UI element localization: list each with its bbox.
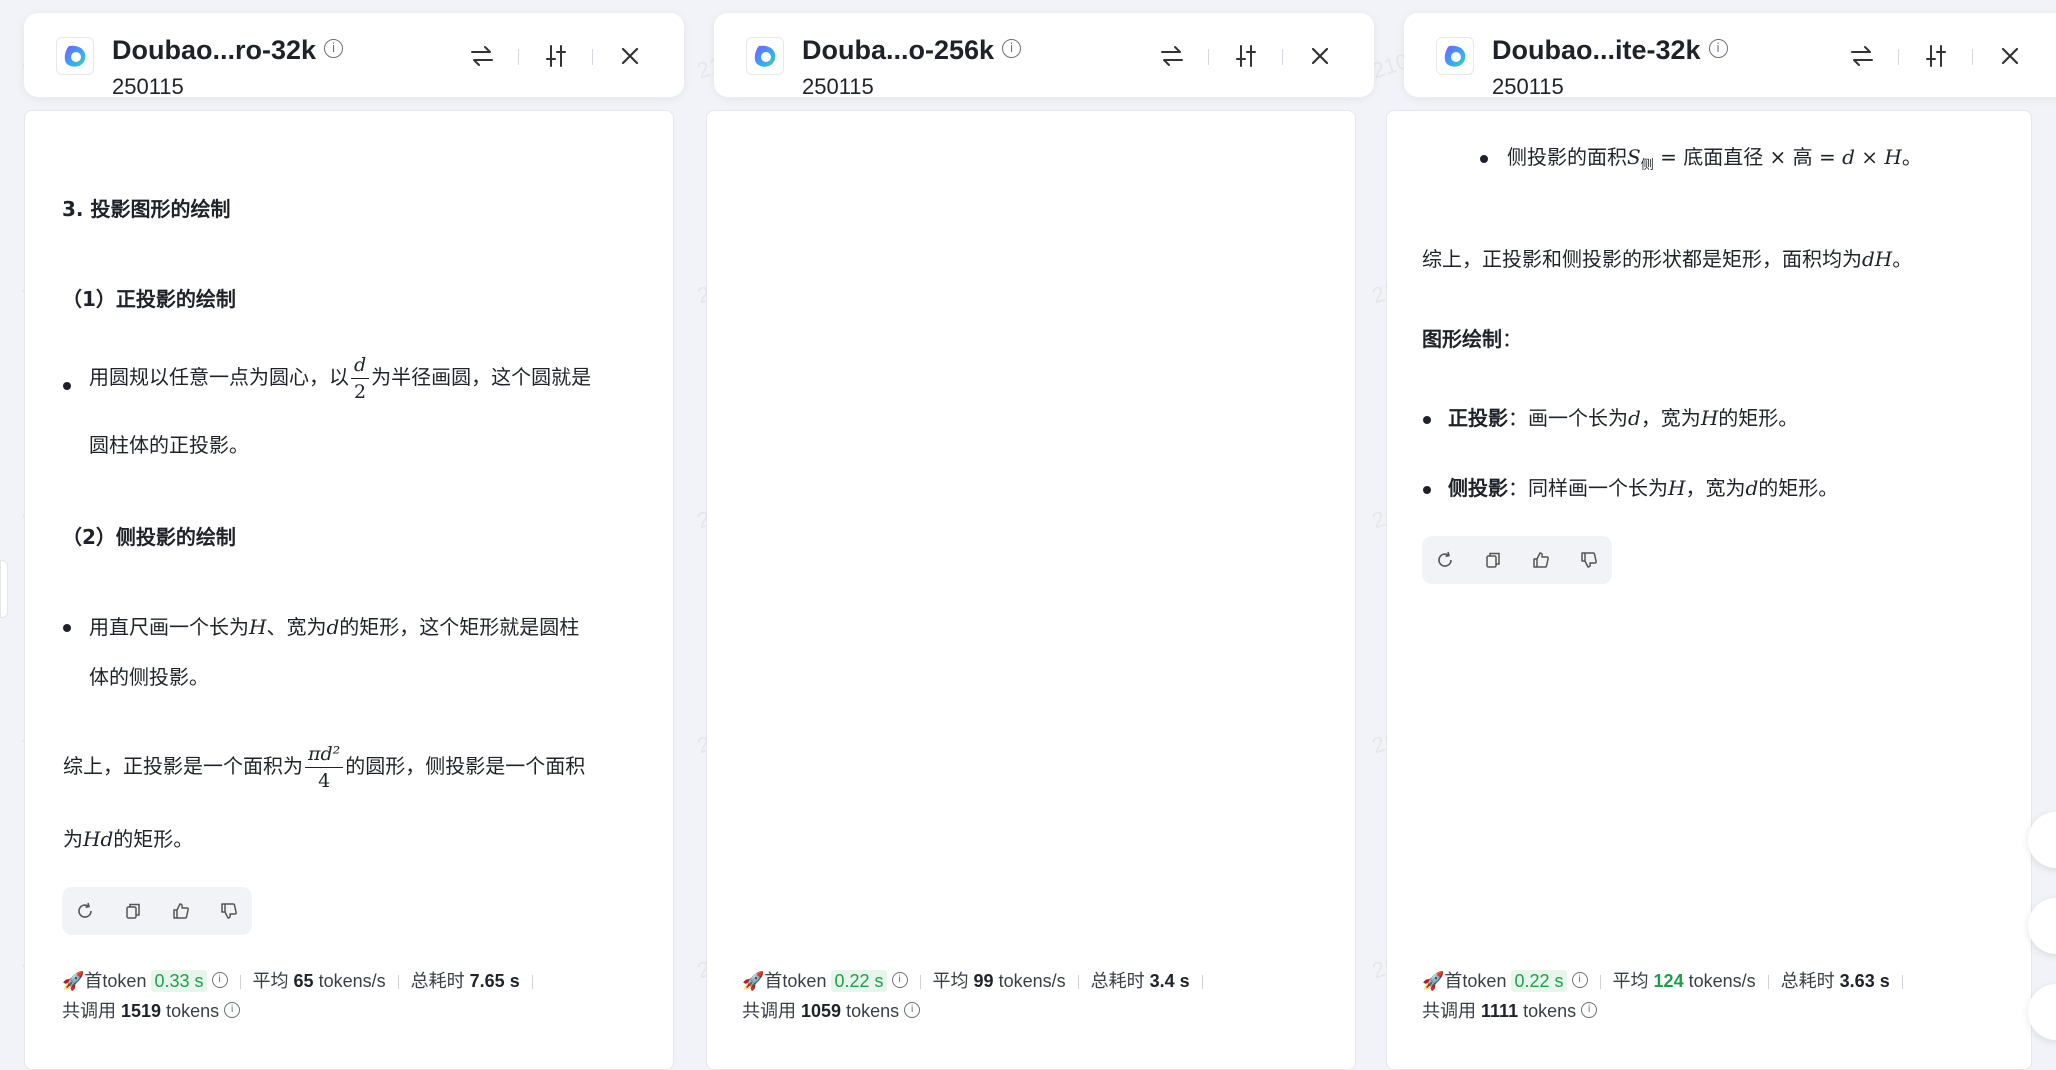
response-panel-2: 🚀首token 0.22 s i 平均 99 tokens/s 总耗时 3.4 s 共… bbox=[706, 110, 1356, 1070]
fraction: d2 bbox=[351, 352, 370, 405]
bullet-text: 侧投影：同样画一个长为H，宽为d的矩形。 bbox=[1448, 476, 1839, 500]
summary-text-cont: 为Hd的矩形。 bbox=[63, 827, 194, 851]
close-icon[interactable] bbox=[1995, 41, 2025, 71]
thumbs-down-icon[interactable] bbox=[1576, 547, 1602, 573]
floating-button[interactable] bbox=[2028, 898, 2056, 954]
model-version: 250115 bbox=[112, 74, 184, 99]
info-icon[interactable]: i bbox=[1002, 39, 1022, 59]
fraction: πd² 4 bbox=[305, 741, 344, 794]
thumbs-up-icon[interactable] bbox=[168, 898, 194, 924]
rocket-icon: 🚀 bbox=[742, 971, 765, 991]
response-panel-3: 侧投影的面积S侧 = 底面直径 × 高 = d × H。 综上，正投影和侧投影的… bbox=[1386, 110, 2032, 1070]
rocket-icon: 🚀 bbox=[62, 971, 85, 991]
info-icon[interactable]: i bbox=[904, 1002, 921, 1019]
summary-text: 综上，正投影是一个面积为 πd² 4 的圆形，侧投影是一个面积 bbox=[63, 741, 586, 794]
doubao-logo-icon bbox=[1436, 37, 1474, 75]
regenerate-icon[interactable] bbox=[1432, 547, 1458, 573]
model-version: 250115 bbox=[802, 74, 874, 99]
rocket-icon: 🚀 bbox=[1422, 971, 1445, 991]
bullet-text-cont: 圆柱体的正投影。 bbox=[89, 433, 249, 457]
copy-icon[interactable] bbox=[1480, 547, 1506, 573]
sidebar-toggle[interactable] bbox=[0, 560, 8, 618]
doubao-logo-icon bbox=[746, 37, 784, 75]
model-name[interactable]: Doubao...ite-32k i bbox=[1492, 35, 1728, 66]
regenerate-icon[interactable] bbox=[72, 898, 98, 924]
bullet-dot bbox=[1423, 486, 1431, 494]
performance-stats: 🚀首token 0.22 s i 平均 124 tokens/s 总耗时 3.63 s bbox=[1422, 967, 1915, 993]
info-icon[interactable]: i bbox=[1571, 972, 1588, 989]
info-icon[interactable]: i bbox=[1581, 1002, 1598, 1019]
subheading-front: （1）正投影的绘制 bbox=[62, 287, 236, 311]
performance-stats: 🚀首token 0.33 s i 平均 65 tokens/s 总耗时 7.65 s bbox=[62, 967, 545, 993]
model-version: 250115 bbox=[1492, 74, 1564, 99]
model-header-3: Doubao...ite-32k i 250115 bbox=[1404, 13, 2056, 99]
bullet-text: 侧投影的面积S侧 = 底面直径 × 高 = d × H。 bbox=[1507, 145, 1922, 173]
copy-icon[interactable] bbox=[120, 898, 146, 924]
swap-icon[interactable] bbox=[1847, 41, 1877, 71]
info-icon[interactable]: i bbox=[224, 1002, 241, 1019]
info-icon[interactable]: i bbox=[324, 39, 344, 59]
performance-stats: 🚀首token 0.22 s i 平均 99 tokens/s 总耗时 3.4 s bbox=[742, 967, 1215, 993]
bullet-text-cont: 体的侧投影。 bbox=[89, 665, 209, 689]
bullet-dot bbox=[63, 382, 71, 390]
token-usage: 共调用 1059 tokens i bbox=[742, 997, 921, 1023]
message-actions bbox=[1422, 536, 1612, 584]
settings-sliders-icon[interactable] bbox=[541, 41, 571, 71]
bullet-text: 正投影：画一个长为d，宽为H的矩形。 bbox=[1448, 406, 1799, 430]
model-header-1: Doubao...ro-32k i 250115 bbox=[24, 13, 684, 99]
bullet-text: 用直尺画一个长为H、宽为d的矩形，这个矩形就是圆柱 bbox=[89, 615, 580, 639]
bullet-dot bbox=[1423, 416, 1431, 424]
thumbs-down-icon[interactable] bbox=[216, 898, 242, 924]
bullet-dot bbox=[1480, 155, 1488, 163]
model-name[interactable]: Douba...o-256k i bbox=[802, 35, 1022, 66]
doubao-logo-icon bbox=[56, 37, 94, 75]
thumbs-up-icon[interactable] bbox=[1528, 547, 1554, 573]
drawing-heading: 图形绘制： bbox=[1422, 327, 1522, 351]
token-usage: 共调用 1519 tokens i bbox=[62, 997, 241, 1023]
model-name[interactable]: Doubao...ro-32k i bbox=[112, 35, 344, 66]
info-icon[interactable]: i bbox=[891, 972, 908, 989]
swap-icon[interactable] bbox=[1157, 41, 1187, 71]
settings-sliders-icon[interactable] bbox=[1231, 41, 1261, 71]
close-icon[interactable] bbox=[1305, 41, 1335, 71]
first-token-latency: 0.33 s bbox=[151, 970, 207, 992]
bullet-text: 用圆规以任意一点为圆心，以 d 2 为半径画圆，这个圆就是 bbox=[89, 352, 592, 405]
model-header-2: Douba...o-256k i 250115 bbox=[714, 13, 1374, 99]
message-actions bbox=[62, 887, 252, 935]
first-token-latency: 0.22 s bbox=[1511, 970, 1567, 992]
token-usage: 共调用 1111 tokens i bbox=[1422, 997, 1598, 1023]
subheading-side: （2）侧投影的绘制 bbox=[62, 525, 236, 549]
settings-sliders-icon[interactable] bbox=[1921, 41, 1951, 71]
summary-text: 综上，正投影和侧投影的形状都是矩形，面积均为dH。 bbox=[1422, 247, 1913, 271]
close-icon[interactable] bbox=[615, 41, 645, 71]
floating-button[interactable] bbox=[2028, 812, 2056, 868]
floating-button[interactable] bbox=[2028, 984, 2056, 1040]
section-heading: 3. 投影图形的绘制 bbox=[62, 197, 231, 221]
info-icon[interactable]: i bbox=[1708, 39, 1728, 59]
info-icon[interactable]: i bbox=[211, 972, 228, 989]
bullet-dot bbox=[63, 624, 71, 632]
swap-icon[interactable] bbox=[467, 41, 497, 71]
response-panel-1: 3. 投影图形的绘制 （1）正投影的绘制 用圆规以任意一点为圆心，以 d 2 为半径画… bbox=[24, 110, 674, 1070]
first-token-latency: 0.22 s bbox=[831, 970, 887, 992]
